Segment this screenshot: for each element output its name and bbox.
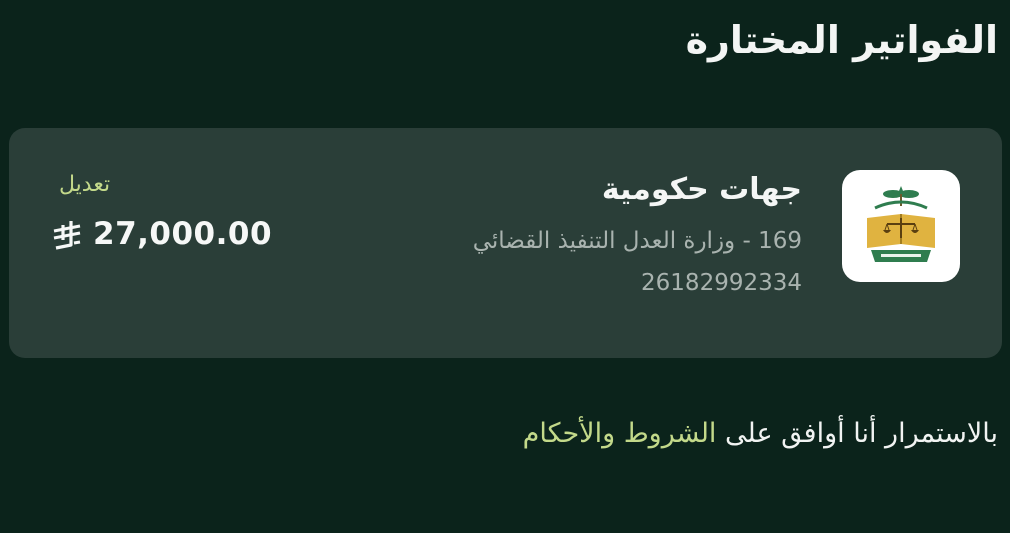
biller-name: 169 - وزارة العدل التنفيذ القضائي: [472, 228, 802, 254]
bill-card[interactable]: جهات حكومية 169 - وزارة العدل التنفيذ ال…: [9, 128, 1002, 358]
amount-value: 27,000.00: [93, 216, 273, 252]
biller-logo: [842, 170, 960, 282]
bill-info: جهات حكومية 169 - وزارة العدل التنفيذ ال…: [473, 168, 802, 302]
biller-category: جهات حكومية: [601, 172, 802, 207]
bill-number: 26182992334: [641, 270, 802, 296]
edit-button[interactable]: تعديل: [59, 172, 110, 197]
ministry-of-justice-emblem-icon: [867, 186, 935, 262]
saudi-riyal-icon: [51, 218, 83, 250]
terms-consent: بالاستمرار أنا أوافق على الشروط والأحكام: [523, 418, 998, 449]
terms-link[interactable]: الشروط والأحكام: [523, 418, 717, 449]
terms-prefix: بالاستمرار أنا أوافق على: [725, 418, 998, 449]
page-title: الفواتير المختارة: [685, 18, 998, 62]
bill-amount: 27,000.00: [51, 216, 272, 252]
